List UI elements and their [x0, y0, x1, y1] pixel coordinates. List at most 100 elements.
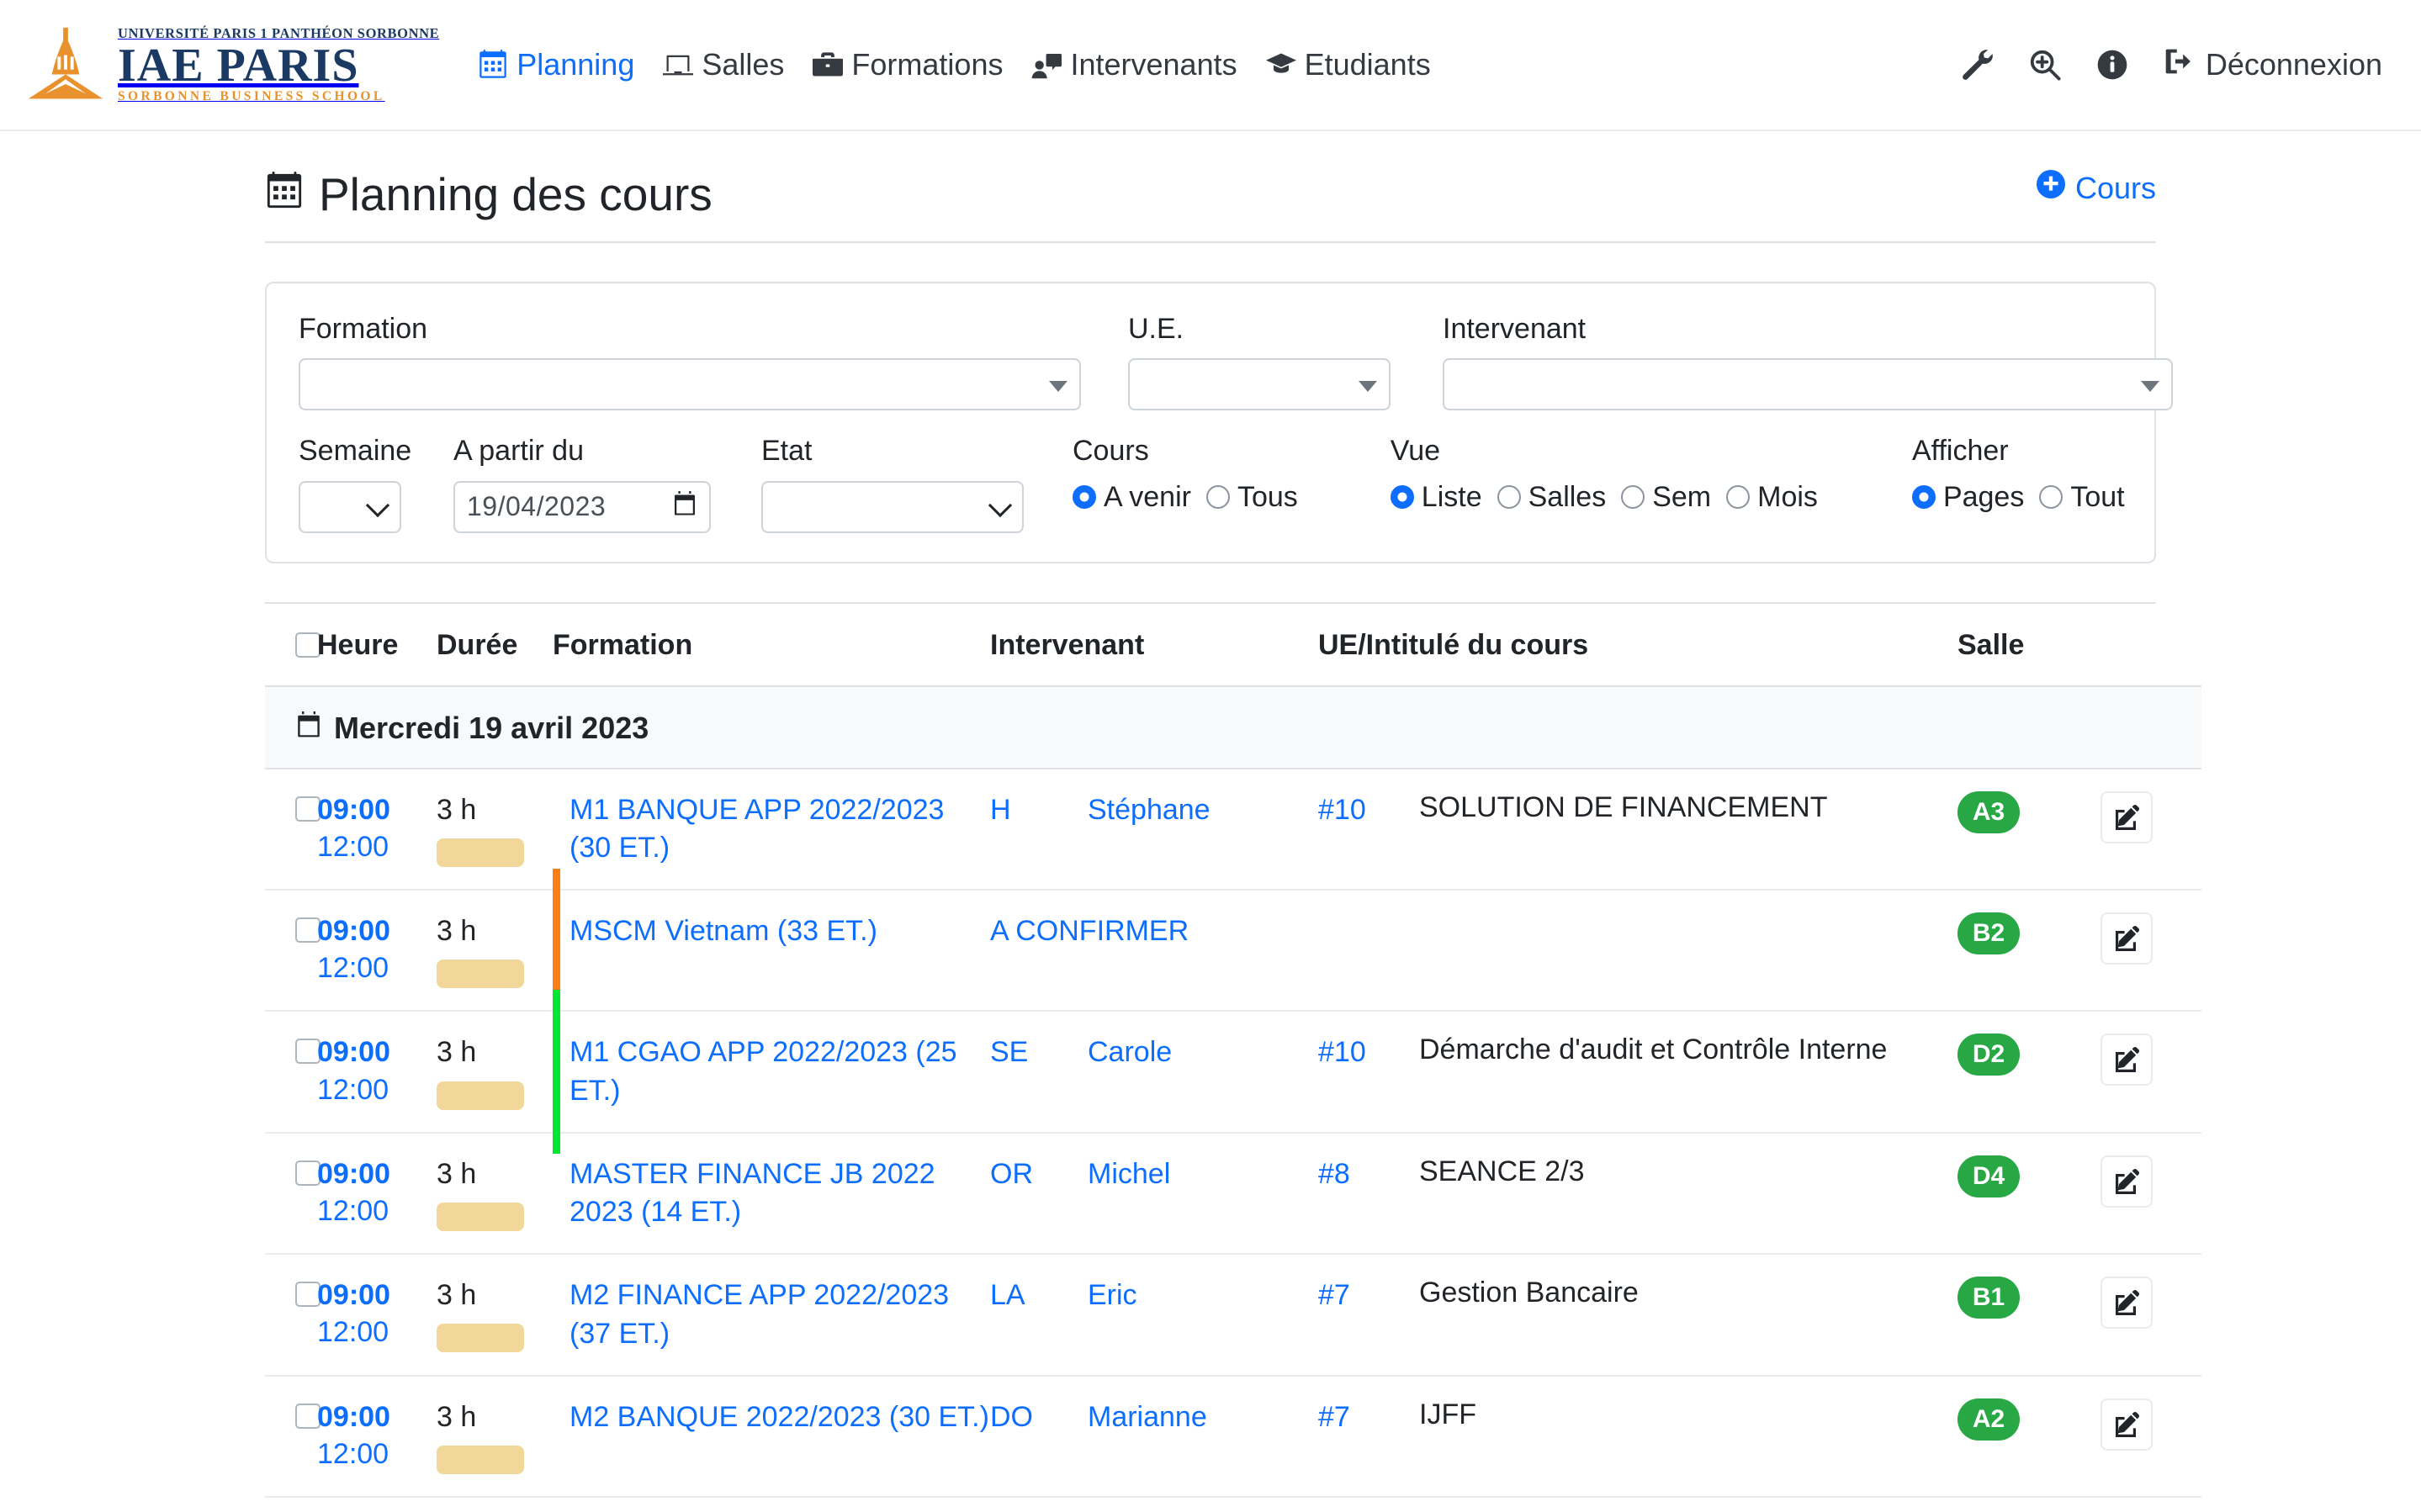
table-row[interactable]: 09:00 12:00 3 h MASTER FINANCE JB 2022 2023… [265, 1132, 2201, 1256]
ue-select[interactable] [1128, 358, 1391, 411]
brand-logo-link[interactable]: UNIVERSITÉ PARIS 1 PANTHÉON SORBONNE IAE… [25, 24, 439, 105]
actions-cell [2100, 1011, 2201, 1134]
intervenant-select[interactable] [1443, 358, 2173, 411]
column-header-heure[interactable]: Heure [317, 603, 437, 687]
formation-link[interactable]: M2 BANQUE 2022/2023 (30 ET.) [553, 1398, 990, 1436]
intervenant-firstname-link[interactable]: Eric [1088, 1277, 1137, 1314]
column-header-formation[interactable]: Formation [553, 603, 990, 687]
formation-link[interactable]: M1 CGAO APP 2022/2023 (25 ET.) [553, 1034, 990, 1109]
semaine-select[interactable] [299, 480, 401, 533]
edit-row-button[interactable] [2100, 1155, 2153, 1208]
actions-cell [2100, 1375, 2201, 1498]
formation-select[interactable] [299, 358, 1081, 411]
formation-link[interactable]: MSCM Vietnam (33 ET.) [553, 912, 990, 950]
heure-start: 09:00 [317, 793, 390, 826]
heure-cell: 09:00 12:00 [317, 890, 437, 1012]
duree-text: 3 h [437, 1279, 477, 1312]
etat-select[interactable] [761, 480, 1024, 533]
nav-item-formations[interactable]: Formations [813, 47, 1003, 82]
nav-item-salles[interactable]: Salles [663, 47, 784, 82]
table-row[interactable]: 09:00 12:00 3 h M2 BANQUE 2022/2023 (30 ET.… [265, 1375, 2201, 1498]
intervenant-status-link[interactable]: A CONFIRMER [990, 912, 1318, 950]
afficher-radio-tout[interactable]: Tout [2039, 481, 2125, 514]
intervenant-firstname-link[interactable]: Michel [1088, 1155, 1170, 1193]
formation-link[interactable]: M1 BANQUE APP 2022/2023 (30 ET.) [553, 791, 990, 867]
filter-intervenant-label: Intervenant [1443, 313, 1587, 345]
column-header-intervenant[interactable]: Intervenant [990, 603, 1318, 687]
ue-number-link[interactable]: #7 [1318, 1398, 1419, 1436]
intervenant-abbr-link[interactable]: SE [990, 1034, 1088, 1071]
iae-paris-logo-icon [28, 27, 103, 99]
intervenant-abbr-link[interactable]: H [990, 791, 1088, 829]
heure-start: 09:00 [317, 1279, 390, 1312]
add-cours-button[interactable]: Cours [2036, 170, 2156, 218]
wrench-icon[interactable] [1962, 49, 1994, 81]
filter-vue-label: Vue [1390, 435, 1441, 468]
edit-row-button[interactable] [2100, 790, 2153, 843]
table-row[interactable]: 09:00 12:00 3 h M1 CGAO APP 2022/2023 (25 E… [265, 990, 2201, 1154]
salle-badge[interactable]: A2 [1957, 1398, 2020, 1441]
radio-dot [1205, 485, 1230, 510]
cours-radio-tous[interactable]: Tous [1205, 481, 1298, 514]
vue-radio-sem-label: Sem [1652, 480, 1712, 513]
nav-item-formations-label: Formations [851, 47, 1004, 82]
intervenant-abbr-link[interactable]: DO [990, 1398, 1088, 1436]
nav-item-planning[interactable]: Planning [478, 47, 634, 82]
vue-radio-sem[interactable]: Sem [1621, 481, 1711, 514]
add-cours-label: Cours [2074, 170, 2156, 205]
salle-cell: D4 [1957, 1132, 2100, 1256]
user-card-icon [1031, 50, 1062, 80]
cours-radio-avenir[interactable]: A venir [1073, 481, 1191, 514]
column-header-ue[interactable]: UE/Intitulé du cours [1318, 603, 1957, 687]
nav-item-intervenants[interactable]: Intervenants [1031, 47, 1237, 82]
column-header-salle[interactable]: Salle [1957, 603, 2100, 687]
filter-afficher-label: Afficher [1911, 435, 2009, 468]
vue-radio-mois[interactable]: Mois [1726, 481, 1818, 514]
edit-row-button[interactable] [2100, 912, 2153, 965]
salle-badge[interactable]: B1 [1957, 1277, 2020, 1319]
calendar-small-icon[interactable] [672, 490, 697, 523]
salle-badge[interactable]: B2 [1957, 912, 2020, 955]
column-header-duree[interactable]: Durée [437, 603, 553, 687]
formation-cell: M2 FINANCE APP 2022/2023 (37 ET.) [553, 1254, 990, 1377]
formation-link[interactable]: MASTER FINANCE JB 2022 2023 (14 ET.) [553, 1155, 990, 1231]
logout-button[interactable]: Déconnexion [2164, 46, 2382, 84]
vue-radio-salles[interactable]: Salles [1497, 481, 1606, 514]
ue-number-link[interactable]: #10 [1318, 791, 1419, 829]
edit-row-button[interactable] [2100, 1034, 2153, 1086]
ue-title-text: Gestion Bancaire [1419, 1277, 1639, 1309]
intervenant-firstname-link[interactable]: Stéphane [1088, 791, 1210, 829]
intervenant-firstname-link[interactable]: Marianne [1088, 1398, 1207, 1436]
filters-panel: Formation U.E. Intervenant Semaine A par… [265, 282, 2173, 563]
filter-cours-label: Cours [1073, 435, 1149, 468]
duree-bar [437, 1203, 524, 1232]
ue-cell [1318, 890, 1957, 1012]
heure-end: 12:00 [317, 1316, 389, 1349]
intervenant-abbr-link[interactable]: OR [990, 1155, 1088, 1193]
intervenant-firstname-link[interactable]: Carole [1088, 1034, 1172, 1071]
ue-number-link[interactable]: #7 [1318, 1277, 1419, 1314]
ue-number-link[interactable]: #8 [1318, 1155, 1419, 1193]
intervenant-abbr-link[interactable]: LA [990, 1277, 1088, 1314]
ue-cell-inner: #10 SOLUTION DE FINANCEMENT [1318, 791, 1957, 829]
semaine-select-wrap [299, 480, 401, 533]
date-input[interactable]: 19/04/2023 [453, 480, 711, 533]
afficher-radio-pages[interactable]: Pages [1911, 481, 2024, 514]
date-input-value: 19/04/2023 [467, 491, 607, 522]
search-plus-icon[interactable] [2029, 49, 2061, 81]
edit-row-button[interactable] [2100, 1398, 2153, 1451]
heure-start: 09:00 [317, 1157, 390, 1190]
nav-item-etudiants[interactable]: Etudiants [1265, 47, 1431, 82]
salle-badge[interactable]: D4 [1957, 1155, 2020, 1197]
info-circle-icon[interactable] [2096, 49, 2128, 81]
salle-badge[interactable]: A3 [1957, 790, 2020, 833]
table-row[interactable]: 09:00 12:00 3 h M2 FINANCE APP 2022/2023 (3… [265, 1254, 2201, 1377]
salle-badge[interactable]: D2 [1957, 1034, 2020, 1076]
ue-number-link[interactable]: #10 [1318, 1034, 1419, 1071]
formation-link[interactable]: M2 FINANCE APP 2022/2023 (37 ET.) [553, 1277, 990, 1352]
edit-row-button[interactable] [2100, 1277, 2153, 1330]
vue-radio-liste[interactable]: Liste [1390, 481, 1482, 514]
logout-icon [2164, 46, 2194, 84]
page-header: Planning des cours Cours [265, 131, 2156, 243]
actions-cell [2100, 1132, 2201, 1256]
